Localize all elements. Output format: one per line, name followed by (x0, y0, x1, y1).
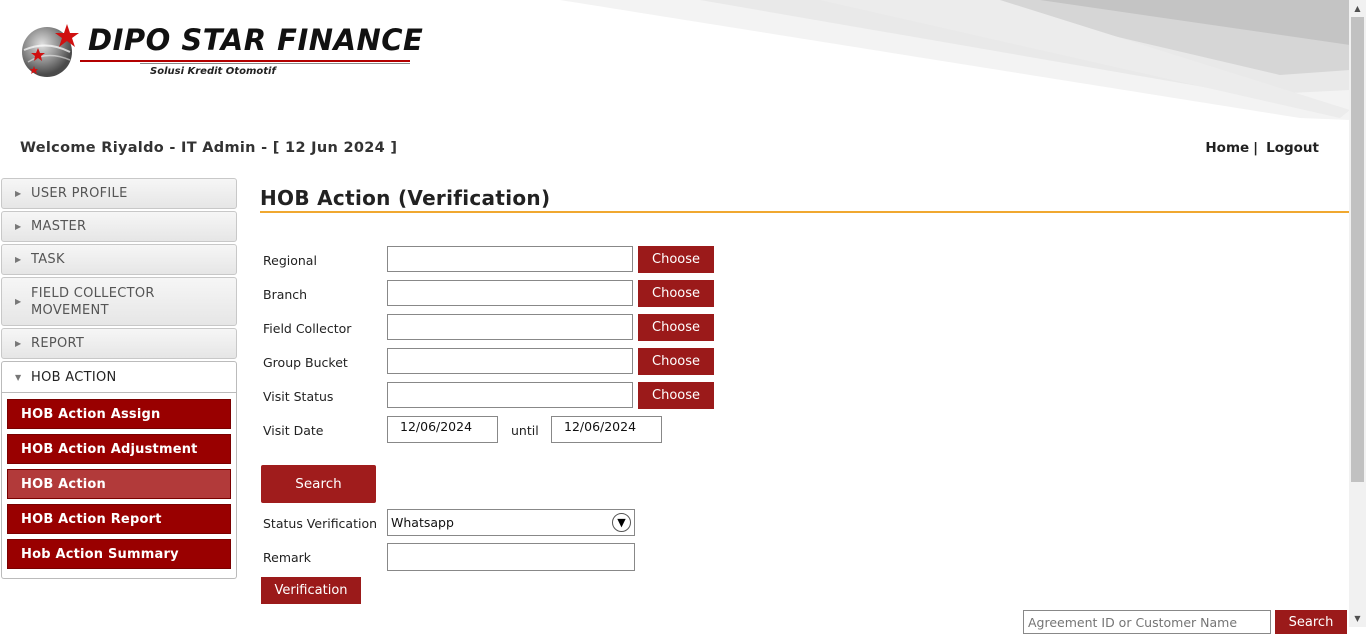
company-logo[interactable]: DIPO STAR FINANCE Solusi Kredit Otomotif (20, 20, 424, 90)
branch-choose-button[interactable]: Choose (638, 280, 714, 307)
status-verification-label: Status Verification (263, 516, 378, 531)
visit-date-from-input[interactable]: 12/06/2024 (387, 416, 498, 443)
status-verification-select[interactable]: Whatsapp ▼ (387, 509, 635, 536)
submenu-hob-action-summary[interactable]: Hob Action Summary (7, 539, 231, 569)
submenu-hob-action[interactable]: HOB Action (7, 469, 231, 499)
search-button[interactable]: Search (261, 465, 376, 503)
logo-globe-icon (22, 24, 79, 77)
group-bucket-choose-button[interactable]: Choose (638, 348, 714, 375)
field-collector-label: Field Collector (263, 321, 352, 336)
sidebar-item-label: FIELD COLLECTOR MOVEMENT (31, 285, 155, 318)
verification-button[interactable]: Verification (261, 577, 361, 604)
branch-input[interactable] (387, 280, 633, 306)
title-divider (260, 211, 1349, 213)
field-collector-input[interactable] (387, 314, 633, 340)
sidebar-item-label: HOB ACTION (31, 369, 117, 385)
sidebar-item-label: REPORT (31, 336, 85, 351)
brand-name: DIPO STAR FINANCE (88, 23, 424, 57)
agreement-search-input[interactable] (1023, 610, 1271, 634)
regional-choose-button[interactable]: Choose (638, 246, 714, 273)
page-title: HOB Action (Verification) (260, 186, 551, 210)
visit-status-choose-button[interactable]: Choose (638, 382, 714, 409)
remark-label: Remark (263, 550, 312, 565)
until-label: until (511, 423, 539, 438)
brand-underline-secondary (140, 63, 410, 64)
caret-right-icon: ▶ (15, 297, 22, 306)
sidebar-item-report[interactable]: ▶ REPORT (1, 328, 237, 359)
regional-input[interactable] (387, 246, 633, 272)
dropdown-arrow-icon: ▼ (612, 513, 631, 532)
sidebar-item-label: TASK (31, 252, 65, 267)
visit-date-label: Visit Date (263, 423, 324, 438)
sidebar-item-hob-action[interactable]: ▼ HOB ACTION (1, 361, 237, 393)
header: DIPO STAR FINANCE Solusi Kredit Otomotif (0, 0, 1350, 125)
caret-right-icon: ▶ (15, 339, 22, 348)
scrollbar-thumb[interactable] (1351, 17, 1364, 482)
visit-date-to-input[interactable]: 12/06/2024 (551, 416, 662, 443)
caret-right-icon: ▶ (15, 222, 22, 231)
sidebar-item-task[interactable]: ▶ TASK (1, 244, 237, 275)
logout-link[interactable]: Logout (1266, 140, 1319, 156)
hob-action-submenu: HOB Action Assign HOB Action Adjustment … (1, 393, 237, 579)
remark-input[interactable] (387, 543, 635, 571)
group-bucket-label: Group Bucket (263, 355, 348, 370)
home-link[interactable]: Home (1205, 140, 1249, 156)
sidebar: ▶ USER PROFILE ▶ MASTER ▶ TASK ▶ FIELD C… (1, 178, 240, 579)
submenu-hob-action-report[interactable]: HOB Action Report (7, 504, 231, 534)
submenu-hob-action-assign[interactable]: HOB Action Assign (7, 399, 231, 429)
group-bucket-input[interactable] (387, 348, 633, 374)
branch-label: Branch (263, 287, 308, 302)
caret-down-icon: ▼ (15, 372, 22, 382)
caret-right-icon: ▶ (15, 189, 22, 198)
scroll-down-arrow-icon[interactable]: ▼ (1349, 610, 1366, 627)
brand-underline (80, 60, 410, 62)
sidebar-item-label: MASTER (31, 219, 87, 234)
visit-status-label: Visit Status (263, 389, 334, 404)
top-nav-links: Home | Logout (1205, 140, 1319, 156)
sidebar-item-field-collector-movement[interactable]: ▶ FIELD COLLECTOR MOVEMENT (1, 277, 237, 326)
sidebar-item-label: USER PROFILE (31, 186, 128, 201)
agreement-search-button[interactable]: Search (1275, 610, 1347, 634)
page-scrollbar[interactable]: ▲ ▼ (1349, 0, 1366, 627)
welcome-text: Welcome Riyaldo - IT Admin - [ 12 Jun 20… (20, 140, 398, 156)
status-verification-value: Whatsapp (391, 515, 454, 530)
scroll-up-arrow-icon[interactable]: ▲ (1349, 0, 1366, 17)
nav-separator: | (1253, 140, 1259, 156)
visit-status-input[interactable] (387, 382, 633, 408)
submenu-hob-action-adjustment[interactable]: HOB Action Adjustment (7, 434, 231, 464)
sidebar-item-master[interactable]: ▶ MASTER (1, 211, 237, 242)
caret-right-icon: ▶ (15, 255, 22, 264)
brand-tagline: Solusi Kredit Otomotif (150, 66, 276, 77)
sidebar-item-user-profile[interactable]: ▶ USER PROFILE (1, 178, 237, 209)
regional-label: Regional (263, 253, 317, 268)
field-collector-choose-button[interactable]: Choose (638, 314, 714, 341)
